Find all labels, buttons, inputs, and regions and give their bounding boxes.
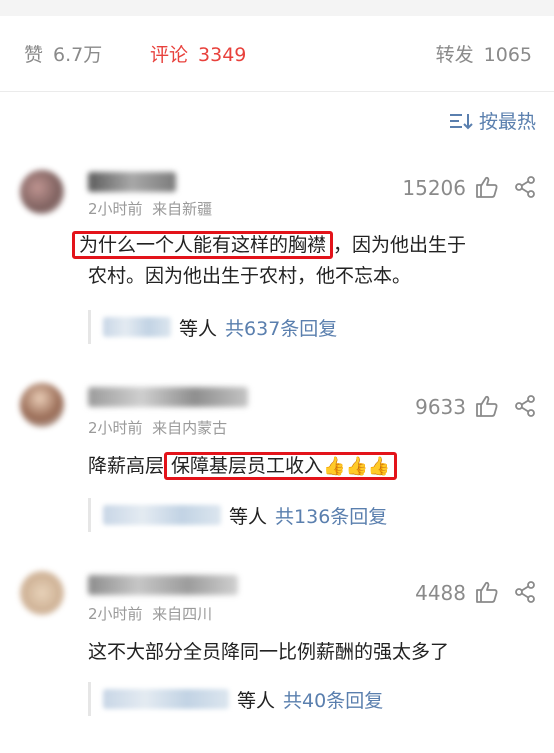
thumbs-up-emoji: 👍👍👍 bbox=[323, 456, 391, 477]
avatar[interactable] bbox=[20, 170, 64, 214]
comment-time: 2小时前 bbox=[88, 419, 143, 437]
reply-who: 等人 bbox=[237, 689, 276, 712]
highlight-box: 为什么一个人能有这样的胸襟 bbox=[72, 231, 334, 259]
reply-count[interactable]: 共40条回复 bbox=[283, 686, 383, 713]
comment-text-highlight: 保障基层员工收入 bbox=[171, 455, 324, 477]
like-count: 15206 bbox=[402, 176, 466, 200]
comment-text-rest: ，因为他出生于 bbox=[333, 234, 467, 256]
reply-preview[interactable]: 等人 共136条回复 bbox=[88, 497, 518, 533]
reply-bar bbox=[88, 310, 91, 344]
avatar[interactable] bbox=[20, 571, 64, 615]
share-icon[interactable] bbox=[512, 579, 538, 605]
comment-location: 来自内蒙古 bbox=[152, 419, 228, 437]
sort-label: 按最热 bbox=[478, 111, 536, 133]
tab-forwards[interactable]: 转发 1065 bbox=[436, 40, 532, 67]
tabs-divider bbox=[0, 91, 554, 92]
reply-preview[interactable]: 等人 共40条回复 bbox=[88, 681, 518, 717]
reply-who: 等人 bbox=[229, 505, 268, 528]
like-count: 4488 bbox=[415, 581, 466, 605]
tab-likes-label: 赞 bbox=[24, 44, 44, 66]
tab-forwards-count: 1065 bbox=[483, 44, 532, 66]
reply-bar bbox=[88, 682, 91, 716]
reply-preview[interactable]: 等人 共637条回复 bbox=[88, 309, 518, 345]
comment-location: 来自新疆 bbox=[152, 200, 213, 218]
username[interactable] bbox=[88, 172, 176, 192]
thumbs-up-icon[interactable] bbox=[474, 579, 500, 605]
tab-likes[interactable]: 赞 6.7万 bbox=[24, 40, 102, 67]
comment-meta: 2小时前 来自四川 bbox=[88, 603, 212, 624]
top-fade bbox=[0, 0, 554, 16]
sort-button[interactable]: 按最热 bbox=[449, 107, 536, 134]
reply-who: 等人 bbox=[179, 317, 218, 340]
username[interactable] bbox=[88, 387, 248, 407]
comment-time: 2小时前 bbox=[88, 605, 143, 623]
thumbs-up-icon[interactable] bbox=[474, 393, 500, 419]
interaction-tabs: 赞 6.7万 评论 3349 转发 1065 bbox=[0, 16, 554, 91]
avatar[interactable] bbox=[20, 383, 64, 427]
reply-usernames bbox=[103, 317, 171, 337]
sort-lines-icon bbox=[449, 113, 473, 129]
reply-bar bbox=[88, 498, 91, 532]
reply-count[interactable]: 共637条回复 bbox=[225, 314, 337, 341]
highlight-box: 保障基层员工收入👍👍👍 bbox=[164, 452, 398, 480]
username[interactable] bbox=[88, 575, 238, 595]
reply-usernames bbox=[103, 689, 229, 709]
comment-text-pre: 降薪高层 bbox=[88, 455, 165, 477]
like-count: 9633 bbox=[415, 395, 466, 419]
tab-comments-label: 评论 bbox=[150, 44, 189, 66]
comment-location: 来自四川 bbox=[152, 605, 213, 623]
comment-text: 这不大部分全员降同一比例薪酬的强太多了 bbox=[88, 641, 450, 663]
comment-meta: 2小时前 来自内蒙古 bbox=[88, 417, 227, 438]
share-icon[interactable] bbox=[512, 393, 538, 419]
reply-usernames bbox=[103, 505, 221, 525]
tab-likes-count: 6.7万 bbox=[53, 44, 103, 66]
comment-text-line2: 农村。因为他出生于农村，他不忘本。 bbox=[88, 265, 412, 287]
share-icon[interactable] bbox=[512, 174, 538, 200]
comment-time: 2小时前 bbox=[88, 200, 143, 218]
tab-forwards-label: 转发 bbox=[435, 44, 474, 66]
comment-text: 降薪高层 保障基层员工收入👍👍👍 bbox=[88, 451, 528, 482]
tab-comments-count: 3349 bbox=[198, 44, 247, 66]
comment-text: 为什么一个人能有这样的胸襟 ，因为他出生于 农村。因为他出生于农村，他不忘本。 bbox=[72, 230, 512, 292]
thumbs-up-icon[interactable] bbox=[474, 174, 500, 200]
tab-comments[interactable]: 评论 3349 bbox=[150, 40, 246, 67]
reply-count[interactable]: 共136条回复 bbox=[275, 502, 387, 529]
comment-meta: 2小时前 来自新疆 bbox=[88, 198, 212, 219]
